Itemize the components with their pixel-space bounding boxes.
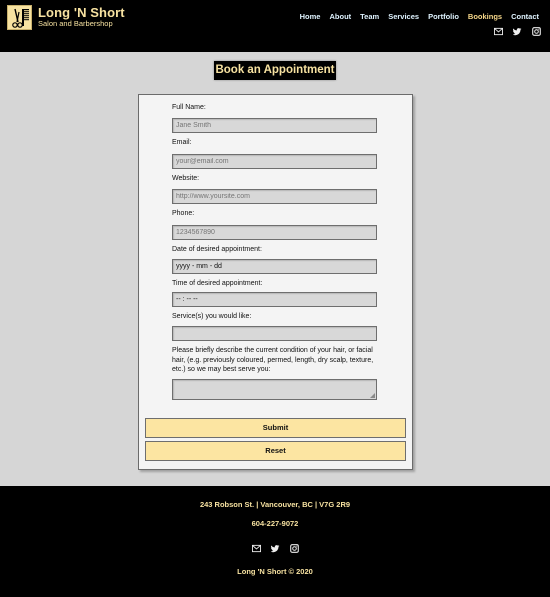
website-label: Website: — [172, 175, 200, 182]
main-nav: Home About Team Services Portfolio Booki… — [291, 12, 539, 21]
time-input[interactable]: -- : -- -- — [172, 292, 377, 307]
footer-copyright: Long 'N Short © 2020 — [237, 567, 313, 576]
full-name-input[interactable] — [172, 118, 377, 133]
phone-input[interactable] — [172, 225, 377, 240]
website-input[interactable] — [172, 189, 377, 204]
description-label: Please briefly describe the current cond… — [172, 347, 374, 373]
date-label: Date of desired appointment: — [172, 246, 262, 253]
nav-bookings[interactable]: Bookings — [468, 12, 502, 21]
instagram-icon[interactable] — [289, 544, 299, 553]
brand-name[interactable]: Long 'N Short — [38, 5, 125, 20]
email-input[interactable] — [172, 154, 377, 169]
header-social-links — [484, 27, 541, 36]
nav-about[interactable]: About — [329, 12, 351, 21]
nav-home[interactable]: Home — [300, 12, 321, 21]
nav-contact[interactable]: Contact — [511, 12, 539, 21]
booking-form: Full Name: Email: Website: Phone: Date o… — [138, 94, 413, 470]
brand-tagline: Salon and Barbershop — [38, 19, 113, 28]
email-label: Email: — [172, 139, 192, 146]
email-icon[interactable] — [494, 27, 503, 36]
footer-social-links — [0, 544, 550, 553]
date-input[interactable]: yyyy - mm - dd — [172, 259, 377, 274]
footer-address: 243 Robson St. | Vancouver, BC | V7G 2R9 — [199, 500, 351, 509]
twitter-icon[interactable] — [270, 544, 280, 553]
phone-label: Phone: — [172, 210, 195, 217]
reset-button[interactable]: Reset — [145, 441, 406, 461]
services-input[interactable] — [172, 326, 377, 341]
site-footer: 243 Robson St. | Vancouver, BC | V7G 2R9… — [0, 486, 550, 597]
footer-phone[interactable]: 604-227-9072 — [0, 519, 550, 528]
twitter-icon[interactable] — [513, 27, 522, 36]
resize-handle[interactable] — [370, 393, 375, 398]
email-icon[interactable] — [251, 544, 261, 553]
full-name-label: Full Name: — [172, 104, 206, 111]
logo[interactable] — [7, 5, 32, 30]
services-label: Service(s) you would like: — [172, 313, 252, 320]
instagram-icon[interactable] — [532, 27, 541, 36]
nav-team[interactable]: Team — [360, 12, 379, 21]
submit-button[interactable]: Submit — [145, 418, 406, 438]
site-header: Long 'N Short Salon and Barbershop Home … — [0, 0, 550, 52]
nav-services[interactable]: Services — [388, 12, 419, 21]
nav-portfolio[interactable]: Portfolio — [428, 12, 459, 21]
time-label: Time of desired appointment: — [172, 280, 263, 287]
page-title: Book an Appointment — [214, 61, 336, 80]
scissors-comb-icon — [12, 8, 29, 28]
description-textarea[interactable] — [172, 379, 377, 400]
